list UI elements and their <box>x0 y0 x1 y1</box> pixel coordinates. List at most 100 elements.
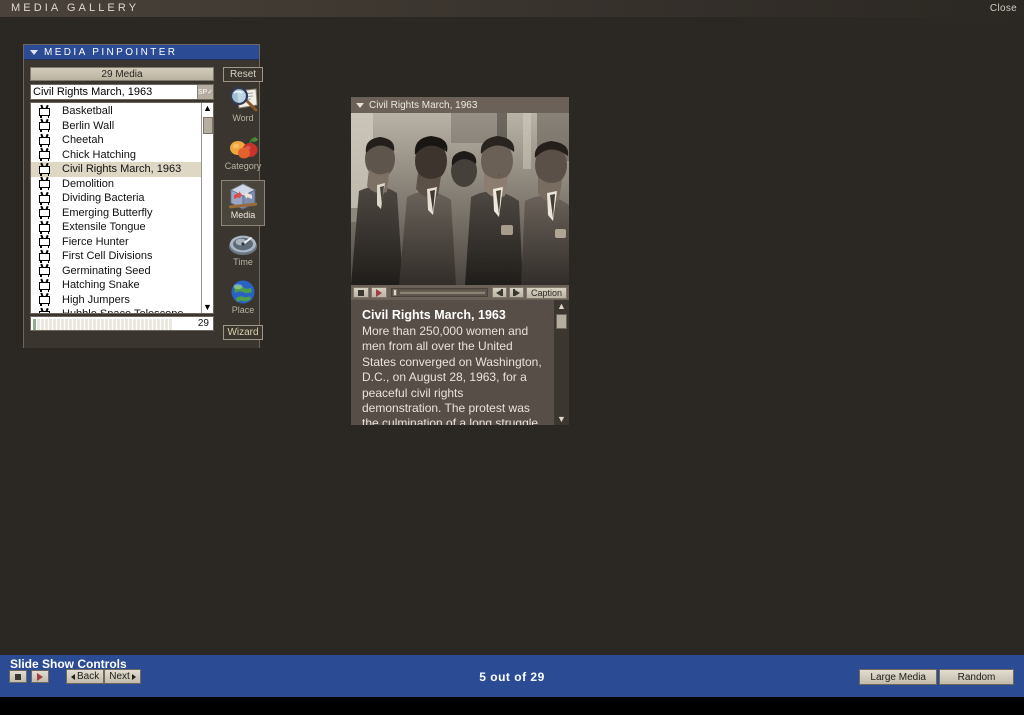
list-item-label: Demolition <box>62 178 114 190</box>
search-input[interactable] <box>31 85 197 99</box>
list-item[interactable]: Fierce Hunter <box>31 235 201 250</box>
close-button[interactable]: Close <box>990 3 1017 14</box>
caption-body: Civil Rights March, 1963 More than 250,0… <box>351 300 554 425</box>
media-list-scrollbar[interactable]: ▲ ▼ <box>201 103 213 313</box>
play-button[interactable] <box>371 287 387 298</box>
media-list: Basketball Berlin Wall Cheetah Chick Hatchi… <box>30 102 214 314</box>
chevron-down-icon <box>356 103 364 108</box>
scroll-down-icon[interactable]: ▼ <box>202 302 213 313</box>
large-media-button[interactable]: Large Media <box>859 669 937 685</box>
list-item-label: Hatching Snake <box>62 279 140 291</box>
media-progress-bar[interactable]: 29 <box>30 316 214 331</box>
caption-button[interactable]: Caption <box>526 287 567 299</box>
chevron-down-icon <box>30 50 38 55</box>
list-item[interactable]: Berlin Wall <box>31 119 201 134</box>
media-gallery-window: MEDIA GALLERY Close MEDIA PINPOINTER 29 … <box>0 0 1024 715</box>
sidebar-item-place[interactable]: Place <box>221 276 265 322</box>
list-item[interactable]: Civil Rights March, 1963 <box>31 162 201 177</box>
list-item-label: Basketball <box>62 105 113 117</box>
media-cube-icon <box>227 181 259 212</box>
pinpointer-left-column: 29 Media SP✓ Basketball Berlin Wall Cheeta… <box>30 67 214 331</box>
list-item-label: Hubble Space Telescope <box>62 308 184 313</box>
step-back-icon <box>496 289 503 296</box>
spellcheck-icon[interactable]: SP✓ <box>197 85 213 99</box>
caption-scrollbar[interactable]: ▲ ▼ <box>554 300 569 425</box>
slider-knob[interactable] <box>393 289 397 296</box>
magnifier-document-icon <box>227 84 259 115</box>
sidebar-item-media[interactable]: Media <box>221 180 265 226</box>
slider-track <box>400 291 485 294</box>
fruit-basket-icon <box>227 132 259 163</box>
tv-icon <box>39 222 50 233</box>
list-item[interactable]: Dividing Bacteria <box>31 191 201 206</box>
list-item[interactable]: Basketball <box>31 104 201 119</box>
tv-icon <box>39 149 50 160</box>
scroll-thumb[interactable] <box>556 314 567 329</box>
list-item[interactable]: Hubble Space Telescope <box>31 307 201 313</box>
counter-middle: out of <box>490 670 526 684</box>
counter-current: 5 <box>479 670 486 684</box>
play-icon <box>376 289 382 297</box>
media-count-bar: 29 Media <box>30 67 214 81</box>
footer-letterbox <box>0 697 1024 715</box>
photo-artwork <box>351 113 569 285</box>
pinpointer-body: 29 Media SP✓ Basketball Berlin Wall Cheeta… <box>24 60 259 348</box>
random-button[interactable]: Random <box>939 669 1014 685</box>
list-item-label: Fierce Hunter <box>62 236 129 248</box>
list-item-label: High Jumpers <box>62 294 130 306</box>
step-back-button[interactable] <box>492 287 507 298</box>
tv-icon <box>39 265 50 276</box>
media-viewer-panel: Civil Rights March, 1963 <box>351 97 569 425</box>
main-stage: MEDIA PINPOINTER 29 Media SP✓ Basketball… <box>0 17 1024 655</box>
search-row: SP✓ <box>30 84 214 100</box>
tv-icon <box>39 135 50 146</box>
tv-icon <box>39 294 50 305</box>
scroll-down-icon[interactable]: ▼ <box>555 413 568 425</box>
tv-icon <box>39 120 50 131</box>
reset-button[interactable]: Reset <box>223 67 263 82</box>
list-item[interactable]: First Cell Divisions <box>31 249 201 264</box>
list-item[interactable]: Demolition <box>31 177 201 192</box>
list-item[interactable]: Extensile Tongue <box>31 220 201 235</box>
list-item[interactable]: High Jumpers <box>31 293 201 308</box>
scroll-thumb[interactable] <box>203 117 213 134</box>
list-item[interactable]: Hatching Snake <box>31 278 201 293</box>
scroll-up-icon[interactable]: ▲ <box>555 300 568 312</box>
caption-title: Civil Rights March, 1963 <box>362 308 546 322</box>
list-item-label: Emerging Butterfly <box>62 207 152 219</box>
media-playback-controls: Caption <box>351 285 569 300</box>
wizard-button[interactable]: Wizard <box>223 325 263 340</box>
counter-total: 29 <box>530 670 544 684</box>
stop-button[interactable] <box>353 287 369 298</box>
clock-dial-icon <box>227 228 259 259</box>
sidebar-item-category[interactable]: Category <box>221 132 265 178</box>
tv-icon <box>39 251 50 262</box>
list-item-label: Berlin Wall <box>62 120 114 132</box>
list-item-label: Cheetah <box>62 134 104 146</box>
tv-icon <box>39 309 50 313</box>
tv-icon <box>39 207 50 218</box>
slideshow-right-buttons: Large Media Random <box>859 669 1014 685</box>
pinpointer-header[interactable]: MEDIA PINPOINTER <box>24 45 259 60</box>
scroll-up-icon[interactable]: ▲ <box>202 103 213 114</box>
progress-count: 29 <box>198 318 209 329</box>
tv-icon <box>39 106 50 117</box>
media-position-slider[interactable] <box>391 288 488 297</box>
tv-icon <box>39 236 50 247</box>
step-forward-button[interactable] <box>509 287 524 298</box>
media-photo[interactable] <box>351 113 569 285</box>
pinpointer-nav-column: Reset <box>220 67 266 340</box>
progress-ticks <box>33 319 172 330</box>
page-title: MEDIA GALLERY <box>11 2 139 14</box>
sidebar-item-time[interactable]: Time <box>221 228 265 274</box>
media-pinpointer-panel: MEDIA PINPOINTER 29 Media SP✓ Basketball… <box>23 44 260 348</box>
stop-icon <box>358 290 364 296</box>
sidebar-item-word[interactable]: Word <box>221 84 265 130</box>
list-item[interactable]: Emerging Butterfly <box>31 206 201 221</box>
list-item-label: Dividing Bacteria <box>62 192 145 204</box>
list-item[interactable]: Germinating Seed <box>31 264 201 279</box>
viewer-header[interactable]: Civil Rights March, 1963 <box>351 97 569 113</box>
list-item[interactable]: Cheetah <box>31 133 201 148</box>
list-item[interactable]: Chick Hatching <box>31 148 201 163</box>
list-item-label: Germinating Seed <box>62 265 151 277</box>
